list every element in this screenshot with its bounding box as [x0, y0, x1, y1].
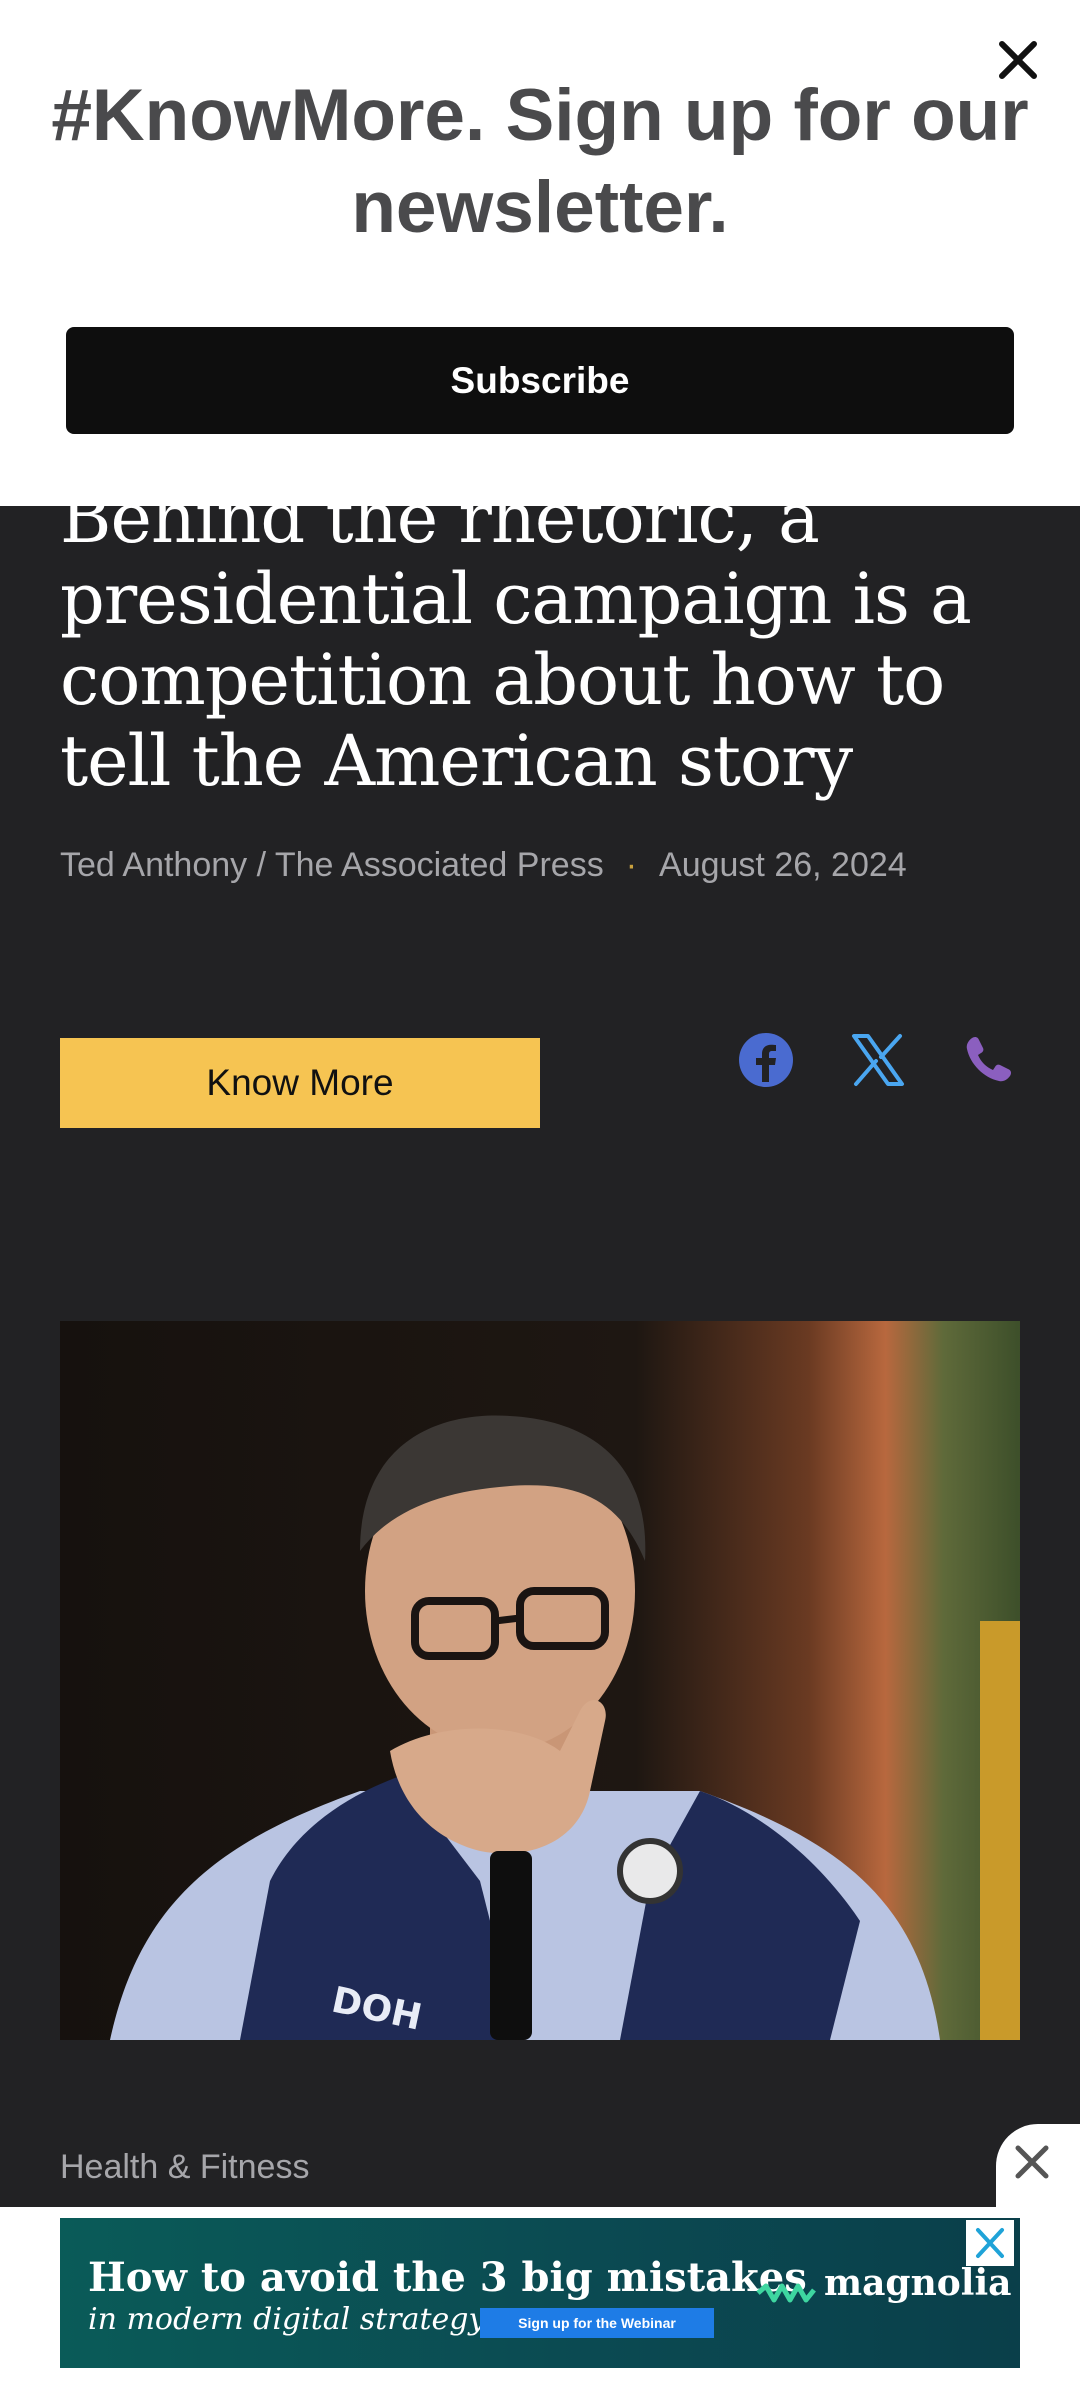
article-category[interactable]: Health & Fitness [60, 2148, 309, 2187]
phone-icon [966, 1036, 1012, 1082]
close-icon [1015, 2145, 1049, 2179]
ad-headline: How to avoid the 3 big mistakes [88, 2254, 807, 2301]
ad-close-tab[interactable] [996, 2124, 1080, 2208]
magnolia-logo-icon [756, 2283, 816, 2303]
ad-brand: magnolia [824, 2262, 1012, 2304]
ad-cta-button[interactable]: Sign up for the Webinar [480, 2308, 714, 2338]
know-more-button[interactable]: Know More [60, 1038, 540, 1128]
author-name[interactable]: Ted Anthony / The Associated Press [60, 846, 604, 884]
x-icon [852, 1034, 904, 1086]
ad-subheadline: in modern digital strategy [88, 2302, 486, 2337]
byline: Ted Anthony / The Associated Press · Augus… [60, 846, 907, 885]
ad-info-close-button[interactable] [966, 2220, 1014, 2266]
byline-separator: · [625, 846, 638, 884]
close-icon [976, 2228, 1004, 2258]
ad-banner[interactable]: How to avoid the 3 big mistakes in moder… [60, 2218, 1020, 2368]
facebook-icon [739, 1033, 793, 1087]
share-phone-button[interactable] [958, 1030, 1018, 1090]
newsletter-banner: #KnowMore. Sign up for our newsletter. S… [0, 0, 1080, 506]
newsletter-title: #KnowMore. Sign up for our newsletter. [51, 75, 1029, 248]
share-facebook-button[interactable] [736, 1030, 796, 1090]
article-headline: Behind the rhetoric, a presidential camp… [60, 477, 972, 802]
article-photo: DOH [60, 1321, 1020, 2040]
publish-date: August 26, 2024 [659, 846, 907, 884]
share-x-button[interactable] [848, 1030, 908, 1090]
subscribe-button[interactable]: Subscribe [66, 327, 1014, 434]
